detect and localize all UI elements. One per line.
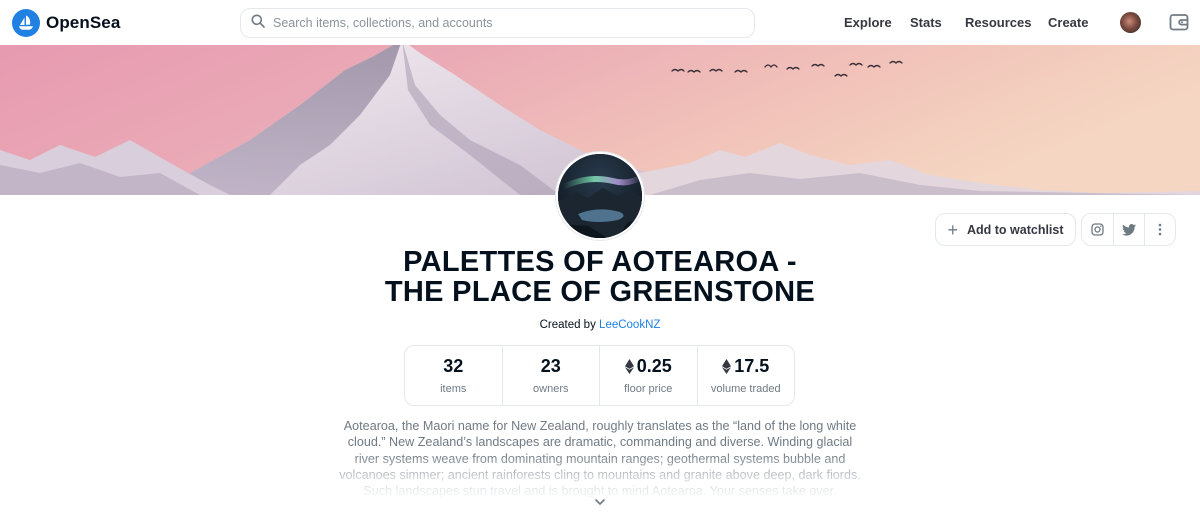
nav-explore[interactable]: Explore: [844, 0, 892, 45]
search-input[interactable]: [273, 16, 733, 30]
wallet-icon[interactable]: [1169, 12, 1189, 32]
instagram-icon[interactable]: [1082, 214, 1113, 245]
stat-volume-traded-label: volume traded: [710, 383, 781, 395]
search-icon: [251, 14, 265, 33]
stat-owners[interactable]: 23 owners: [501, 346, 600, 405]
nav-resources[interactable]: Resources: [965, 0, 1031, 45]
created-by-line: Created by LeeCookNZ: [300, 319, 900, 331]
nav-stats[interactable]: Stats: [910, 0, 942, 45]
chevron-down-icon[interactable]: [592, 495, 608, 507]
ethereum-icon: [624, 359, 634, 374]
stat-volume-traded-value-row: 17.5: [722, 356, 769, 377]
social-links-group: [1081, 213, 1176, 246]
profile-avatar[interactable]: [1120, 12, 1141, 33]
stat-volume-traded-value: 17.5: [734, 356, 770, 376]
brand-name: OpenSea: [46, 13, 121, 32]
more-vertical-icon[interactable]: [1143, 214, 1175, 245]
opensea-home-link[interactable]: OpenSea: [12, 9, 120, 37]
twitter-icon[interactable]: [1112, 214, 1144, 245]
collection-title: PALETTES OF AOTEAROA - THE PLACE OF GREE…: [300, 247, 900, 307]
title-line-1: PALETTES OF AOTEAROA -: [403, 246, 797, 278]
stat-volume-traded[interactable]: 17.5 volume traded: [696, 346, 795, 405]
stat-items-label: items: [440, 383, 467, 395]
stat-owners-label: owners: [533, 383, 569, 395]
nav-create[interactable]: Create: [1048, 0, 1088, 45]
collection-description: Aotearoa, the Maori name for New Zealand…: [339, 419, 861, 498]
collection-avatar: [556, 152, 644, 240]
stat-items-value: 32: [443, 356, 464, 376]
add-to-watchlist-button[interactable]: + Add to watchlist: [935, 213, 1076, 246]
search-bar[interactable]: [240, 8, 755, 38]
stat-floor-price-label: floor price: [624, 383, 673, 395]
watchlist-label: Add to watchlist: [966, 222, 1064, 237]
ethereum-icon: [722, 359, 732, 374]
created-by-prefix: Created by: [539, 319, 596, 331]
top-navigation-bar: OpenSea Explore Stats Resources Create: [0, 0, 1200, 45]
plus-icon: +: [947, 219, 958, 240]
opensea-logo-icon: [12, 9, 40, 37]
stat-floor-price-value-row: 0.25: [624, 356, 672, 377]
title-line-2: THE PLACE OF GREENSTONE: [384, 276, 816, 308]
stat-owners-value: 23: [540, 356, 561, 376]
stat-items[interactable]: 32 items: [405, 346, 502, 405]
stat-floor-price[interactable]: 0.25 floor price: [599, 346, 697, 405]
collection-stats: 32 items 23 owners 0.25 floor price 17.5…: [404, 345, 795, 406]
creator-link[interactable]: LeeCookNZ: [599, 319, 660, 331]
stat-floor-price-value: 0.25: [636, 356, 672, 376]
